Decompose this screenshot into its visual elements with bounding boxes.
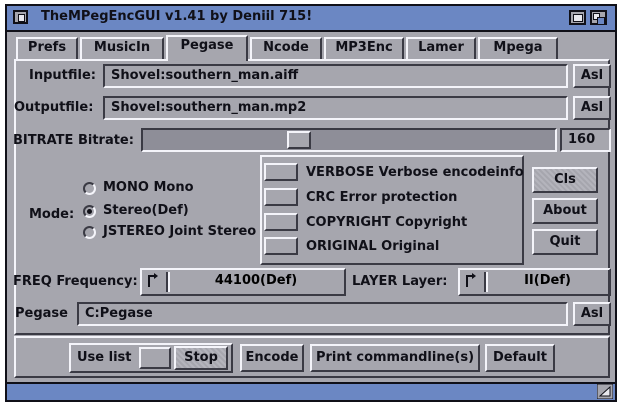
mode-option-mono: MONO Mono (103, 180, 194, 195)
mode-radio-jstereo[interactable] (83, 226, 96, 239)
depth-gadget-icon[interactable] (590, 10, 607, 25)
pegase-path-field[interactable]: C:Pegase (77, 302, 568, 326)
inputfile-field[interactable]: Shovel:southern_man.aiff (103, 64, 568, 88)
resize-corner-icon[interactable] (597, 384, 613, 399)
layer-label: LAYER Layer: (352, 274, 448, 289)
bitrate-value: 160 (560, 128, 611, 152)
original-checkbox[interactable] (264, 237, 298, 255)
close-gadget-icon[interactable] (13, 10, 28, 24)
freq-value: 44100(Def) (214, 273, 298, 288)
crc-label: CRC Error protection (306, 190, 458, 205)
mode-radio-mono[interactable] (83, 182, 96, 195)
layer-value: II(Def) (524, 273, 571, 288)
pegase-label: Pegase (15, 306, 68, 321)
stop-button[interactable]: Stop (174, 346, 228, 370)
outputfile-label: Outputfile: (14, 100, 94, 115)
about-button[interactable]: About (532, 198, 598, 224)
inputfile-asl-button[interactable]: Asl (573, 64, 611, 88)
bitrate-slider-knob[interactable] (287, 131, 311, 149)
verbose-checkbox[interactable] (264, 163, 298, 181)
mode-label: Mode: (29, 207, 75, 222)
window-title: TheMPegEncGUI v1.41 by Deniil 715! (41, 9, 313, 24)
tab-lamer[interactable]: Lamer (406, 37, 476, 59)
quit-button[interactable]: Quit (532, 229, 598, 255)
freq-cycle[interactable]: 44100(Def) (140, 268, 346, 296)
bitrate-label: BITRATE Bitrate: (13, 133, 134, 148)
bitrate-slider[interactable] (141, 128, 557, 152)
cycle-arrow-icon (148, 273, 158, 287)
window-bottom-border (7, 382, 615, 400)
original-label: ORIGINAL Original (306, 239, 440, 254)
pegase-asl-button[interactable]: Asl (573, 302, 611, 326)
copyright-checkbox[interactable] (264, 213, 298, 231)
zoom-gadget-icon[interactable] (569, 10, 586, 25)
title-bar[interactable]: TheMPegEncGUI v1.41 by Deniil 715! (7, 6, 615, 32)
tab-prefs[interactable]: Prefs (16, 37, 78, 59)
freq-label: FREQ Frequency: (13, 274, 138, 289)
cls-button[interactable]: Cls (532, 167, 598, 193)
inputfile-label: Inputfile: (29, 68, 96, 83)
copyright-label: COPYRIGHT Copyright (306, 215, 468, 230)
tab-pegase[interactable]: Pegase (166, 35, 248, 61)
default-button[interactable]: Default (485, 344, 555, 372)
app-window: TheMPegEncGUI v1.41 by Deniil 715! Prefs… (5, 4, 617, 402)
mode-radio-stereo[interactable] (83, 205, 96, 218)
mode-option-stereo: Stereo(Def) (103, 203, 189, 218)
use-list-label: Use list (77, 350, 132, 365)
cycle-arrow-icon (466, 273, 476, 287)
layer-cycle[interactable]: II(Def) (458, 268, 611, 296)
print-commandline-button[interactable]: Print commandline(s) (310, 344, 480, 372)
tab-ncode[interactable]: Ncode (250, 37, 322, 59)
tab-musicin[interactable]: MusicIn (80, 37, 164, 59)
tab-mpega[interactable]: Mpega (478, 37, 558, 59)
mode-option-jstereo: JSTEREO Joint Stereo (103, 224, 257, 239)
tab-mp3enc[interactable]: MP3Enc (324, 37, 404, 59)
outputfile-field[interactable]: Shovel:southern_man.mp2 (103, 96, 568, 120)
use-list-checkbox[interactable] (139, 347, 171, 369)
crc-checkbox[interactable] (264, 188, 298, 206)
encode-button[interactable]: Encode (240, 344, 304, 372)
outputfile-asl-button[interactable]: Asl (573, 96, 611, 120)
verbose-label: VERBOSE Verbose encodeinfo (306, 165, 524, 180)
